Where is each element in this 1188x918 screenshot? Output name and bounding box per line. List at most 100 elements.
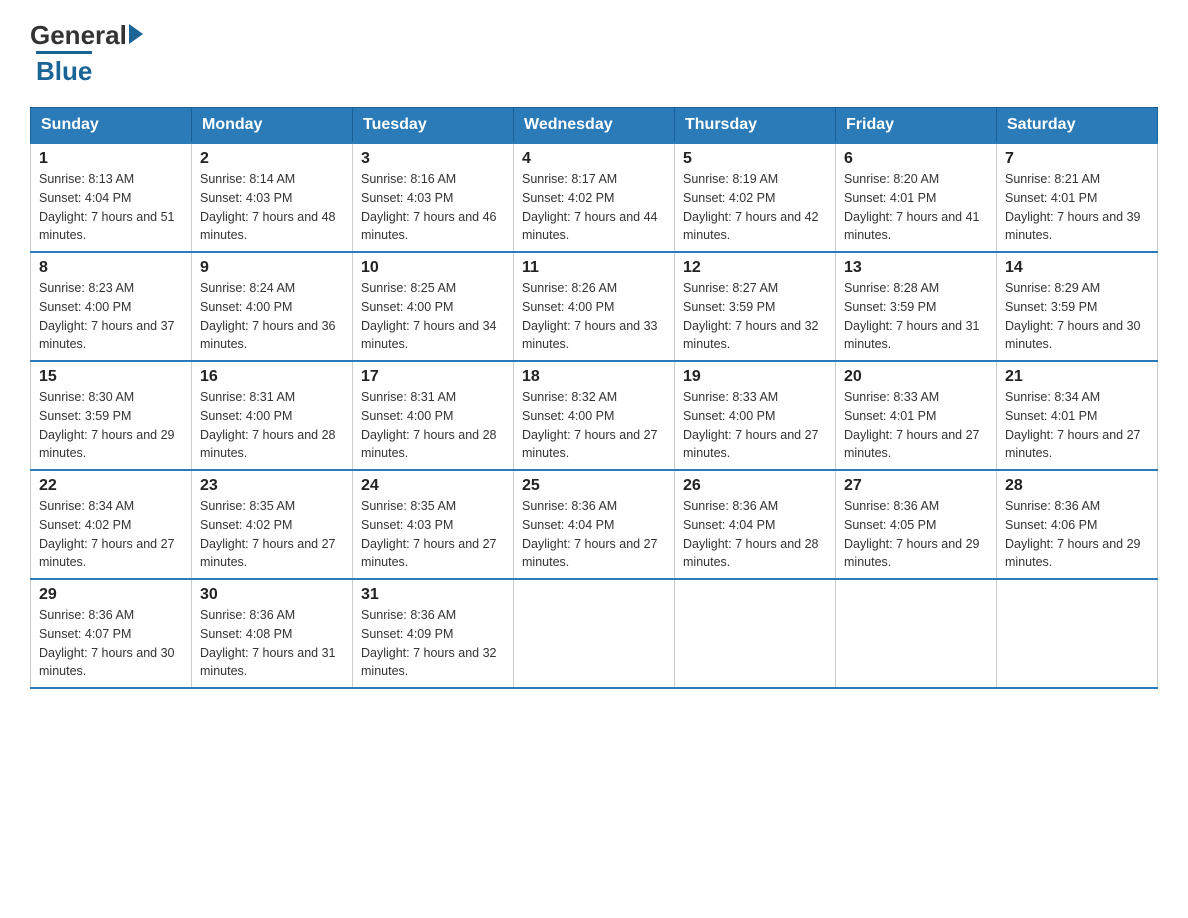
calendar-week-row: 1 Sunrise: 8:13 AMSunset: 4:04 PMDaylight… [31,143,1158,252]
day-number: 26 [683,477,827,495]
day-info: Sunrise: 8:32 AMSunset: 4:00 PMDaylight:… [522,388,666,463]
day-number: 21 [1005,368,1149,386]
weekday-header-row: SundayMondayTuesdayWednesdayThursdayFrid… [31,108,1158,144]
day-number: 25 [522,477,666,495]
day-number: 22 [39,477,183,495]
day-number: 18 [522,368,666,386]
calendar-day-cell: 31 Sunrise: 8:36 AMSunset: 4:09 PMDayligh… [353,579,514,688]
day-info: Sunrise: 8:35 AMSunset: 4:03 PMDaylight:… [361,497,505,572]
day-number: 17 [361,368,505,386]
calendar-day-cell [997,579,1158,688]
day-info: Sunrise: 8:14 AMSunset: 4:03 PMDaylight:… [200,170,344,245]
day-info: Sunrise: 8:36 AMSunset: 4:06 PMDaylight:… [1005,497,1149,572]
page-header: General Blue [30,20,1158,87]
calendar-day-cell: 1 Sunrise: 8:13 AMSunset: 4:04 PMDaylight… [31,143,192,252]
weekday-header-saturday: Saturday [997,108,1158,144]
day-info: Sunrise: 8:34 AMSunset: 4:01 PMDaylight:… [1005,388,1149,463]
day-number: 3 [361,150,505,168]
calendar-day-cell: 25 Sunrise: 8:36 AMSunset: 4:04 PMDayligh… [514,470,675,579]
logo: General Blue [30,20,143,87]
calendar-day-cell: 16 Sunrise: 8:31 AMSunset: 4:00 PMDayligh… [192,361,353,470]
day-info: Sunrise: 8:26 AMSunset: 4:00 PMDaylight:… [522,279,666,354]
day-number: 29 [39,586,183,604]
calendar-day-cell: 17 Sunrise: 8:31 AMSunset: 4:00 PMDayligh… [353,361,514,470]
day-info: Sunrise: 8:30 AMSunset: 3:59 PMDaylight:… [39,388,183,463]
calendar-day-cell: 18 Sunrise: 8:32 AMSunset: 4:00 PMDayligh… [514,361,675,470]
day-number: 2 [200,150,344,168]
day-number: 15 [39,368,183,386]
day-info: Sunrise: 8:36 AMSunset: 4:05 PMDaylight:… [844,497,988,572]
day-number: 10 [361,259,505,277]
calendar-day-cell: 20 Sunrise: 8:33 AMSunset: 4:01 PMDayligh… [836,361,997,470]
day-number: 16 [200,368,344,386]
weekday-header-sunday: Sunday [31,108,192,144]
logo-text-blue: Blue [36,51,92,87]
weekday-header-monday: Monday [192,108,353,144]
calendar-day-cell: 7 Sunrise: 8:21 AMSunset: 4:01 PMDaylight… [997,143,1158,252]
calendar-day-cell: 15 Sunrise: 8:30 AMSunset: 3:59 PMDayligh… [31,361,192,470]
day-number: 14 [1005,259,1149,277]
day-info: Sunrise: 8:34 AMSunset: 4:02 PMDaylight:… [39,497,183,572]
day-number: 13 [844,259,988,277]
weekday-header-friday: Friday [836,108,997,144]
day-info: Sunrise: 8:24 AMSunset: 4:00 PMDaylight:… [200,279,344,354]
day-number: 28 [1005,477,1149,495]
calendar-day-cell: 27 Sunrise: 8:36 AMSunset: 4:05 PMDayligh… [836,470,997,579]
calendar-day-cell: 28 Sunrise: 8:36 AMSunset: 4:06 PMDayligh… [997,470,1158,579]
day-number: 19 [683,368,827,386]
calendar-week-row: 15 Sunrise: 8:30 AMSunset: 3:59 PMDayligh… [31,361,1158,470]
day-info: Sunrise: 8:36 AMSunset: 4:04 PMDaylight:… [683,497,827,572]
weekday-header-thursday: Thursday [675,108,836,144]
day-info: Sunrise: 8:31 AMSunset: 4:00 PMDaylight:… [200,388,344,463]
day-number: 24 [361,477,505,495]
calendar-week-row: 8Sunrise: 8:23 AMSunset: 4:00 PMDaylight… [31,252,1158,361]
day-info: Sunrise: 8:17 AMSunset: 4:02 PMDaylight:… [522,170,666,245]
day-info: Sunrise: 8:25 AMSunset: 4:00 PMDaylight:… [361,279,505,354]
calendar-day-cell [675,579,836,688]
calendar-day-cell: 14 Sunrise: 8:29 AMSunset: 3:59 PMDayligh… [997,252,1158,361]
calendar-day-cell: 5 Sunrise: 8:19 AMSunset: 4:02 PMDaylight… [675,143,836,252]
calendar-day-cell: 23 Sunrise: 8:35 AMSunset: 4:02 PMDayligh… [192,470,353,579]
day-info: Sunrise: 8:29 AMSunset: 3:59 PMDaylight:… [1005,279,1149,354]
day-info: Sunrise: 8:31 AMSunset: 4:00 PMDaylight:… [361,388,505,463]
day-info: Sunrise: 8:28 AMSunset: 3:59 PMDaylight:… [844,279,988,354]
day-number: 9 [200,259,344,277]
calendar-table: SundayMondayTuesdayWednesdayThursdayFrid… [30,107,1158,689]
day-info: Sunrise: 8:21 AMSunset: 4:01 PMDaylight:… [1005,170,1149,245]
day-info: Sunrise: 8:20 AMSunset: 4:01 PMDaylight:… [844,170,988,245]
calendar-day-cell: 22 Sunrise: 8:34 AMSunset: 4:02 PMDayligh… [31,470,192,579]
calendar-day-cell: 11Sunrise: 8:26 AMSunset: 4:00 PMDayligh… [514,252,675,361]
calendar-day-cell: 9 Sunrise: 8:24 AMSunset: 4:00 PMDaylight… [192,252,353,361]
calendar-day-cell: 29Sunrise: 8:36 AMSunset: 4:07 PMDayligh… [31,579,192,688]
calendar-day-cell: 19 Sunrise: 8:33 AMSunset: 4:00 PMDayligh… [675,361,836,470]
day-number: 5 [683,150,827,168]
calendar-day-cell: 2 Sunrise: 8:14 AMSunset: 4:03 PMDaylight… [192,143,353,252]
calendar-day-cell: 10 Sunrise: 8:25 AMSunset: 4:00 PMDayligh… [353,252,514,361]
day-info: Sunrise: 8:36 AMSunset: 4:09 PMDaylight:… [361,606,505,681]
day-number: 23 [200,477,344,495]
calendar-day-cell: 21 Sunrise: 8:34 AMSunset: 4:01 PMDayligh… [997,361,1158,470]
calendar-day-cell: 6Sunrise: 8:20 AMSunset: 4:01 PMDaylight… [836,143,997,252]
day-number: 12 [683,259,827,277]
day-number: 1 [39,150,183,168]
calendar-day-cell [836,579,997,688]
logo-arrow-icon [129,24,143,44]
day-info: Sunrise: 8:23 AMSunset: 4:00 PMDaylight:… [39,279,183,354]
day-number: 7 [1005,150,1149,168]
day-info: Sunrise: 8:33 AMSunset: 4:01 PMDaylight:… [844,388,988,463]
day-info: Sunrise: 8:33 AMSunset: 4:00 PMDaylight:… [683,388,827,463]
day-info: Sunrise: 8:36 AMSunset: 4:04 PMDaylight:… [522,497,666,572]
day-number: 31 [361,586,505,604]
calendar-day-cell: 26 Sunrise: 8:36 AMSunset: 4:04 PMDayligh… [675,470,836,579]
logo-text-general: General [30,20,127,51]
calendar-day-cell [514,579,675,688]
day-info: Sunrise: 8:13 AMSunset: 4:04 PMDaylight:… [39,170,183,245]
day-number: 27 [844,477,988,495]
day-info: Sunrise: 8:36 AMSunset: 4:08 PMDaylight:… [200,606,344,681]
day-info: Sunrise: 8:35 AMSunset: 4:02 PMDaylight:… [200,497,344,572]
day-info: Sunrise: 8:19 AMSunset: 4:02 PMDaylight:… [683,170,827,245]
day-info: Sunrise: 8:27 AMSunset: 3:59 PMDaylight:… [683,279,827,354]
calendar-day-cell: 3Sunrise: 8:16 AMSunset: 4:03 PMDaylight… [353,143,514,252]
day-number: 20 [844,368,988,386]
weekday-header-wednesday: Wednesday [514,108,675,144]
